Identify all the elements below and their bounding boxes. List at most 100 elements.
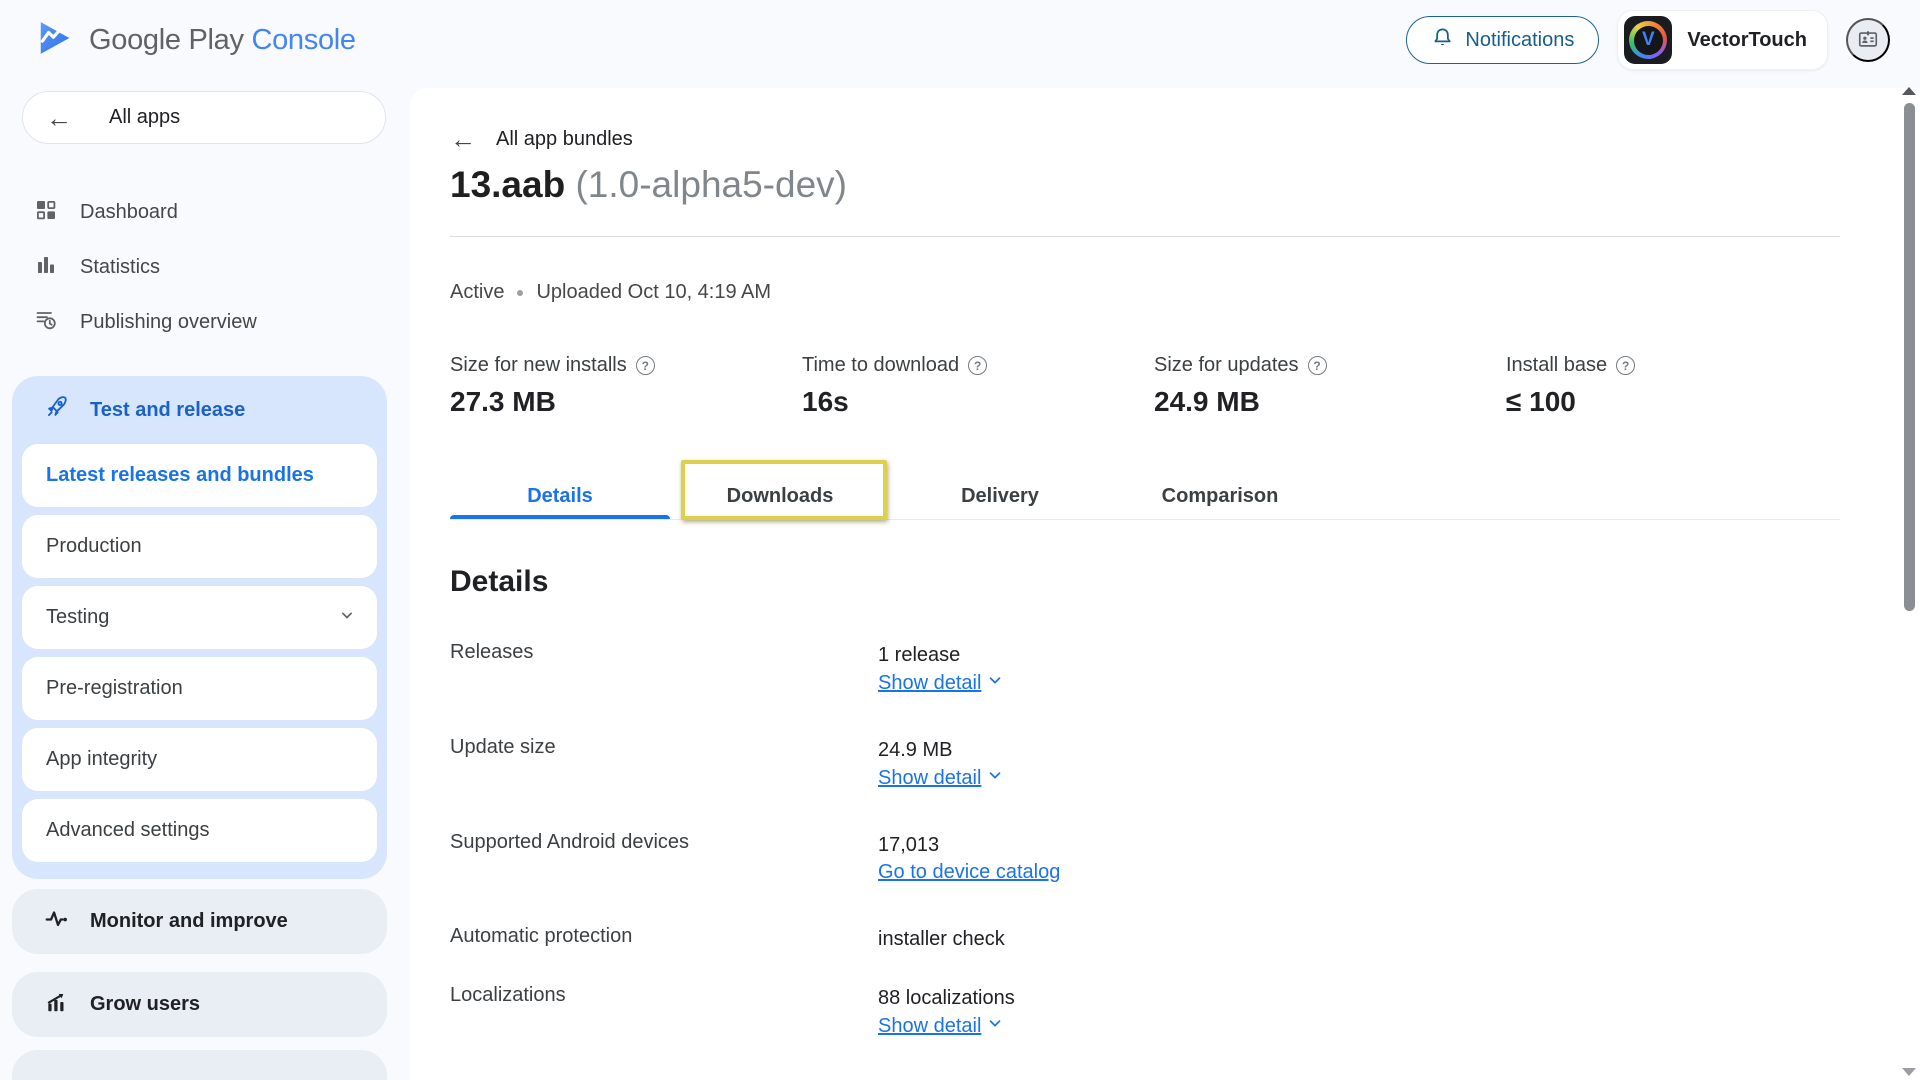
vertical-scrollbar[interactable] (1898, 85, 1920, 1080)
google-play-console-logo[interactable]: Google Play Console (36, 17, 356, 64)
status-badge: Active (450, 281, 504, 304)
detail-row-automatic-protection: Automatic protection installer check (450, 925, 1920, 953)
page-title: 13.aab (1.0-alpha5-dev) (450, 164, 1920, 206)
statistics-icon (34, 253, 58, 283)
breadcrumb[interactable]: ← All app bundles (450, 126, 1920, 152)
sidebar-item-label: Test and release (90, 399, 245, 422)
rocket-icon (44, 394, 70, 426)
row-value: 88 localizations (878, 984, 1015, 1012)
sidebar-item-app-integrity[interactable]: App integrity (22, 728, 377, 791)
header-actions: Notifications V VectorTouch (1406, 10, 1890, 70)
back-arrow-icon: ← (450, 126, 476, 152)
sidebar-item-label: Monitor and improve (90, 910, 288, 933)
row-value: 1 release (878, 641, 1004, 669)
uploaded-timestamp: Uploaded Oct 10, 4:19 AM (536, 281, 771, 304)
metric-label: Size for new installs (450, 354, 627, 377)
metric-size-for-updates: Size for updates ? 24.9 MB (1154, 354, 1506, 418)
sidebar-item-latest-releases-and-bundles[interactable]: Latest releases and bundles (22, 444, 377, 507)
sidebar-item-label: Publishing overview (80, 311, 257, 334)
sidebar-item-label: Production (46, 535, 142, 558)
scrollbar-thumb[interactable] (1904, 103, 1915, 611)
sidebar-item-dashboard[interactable]: Dashboard (0, 185, 387, 240)
avatar: V (1624, 16, 1672, 64)
metric-label: Install base (1506, 354, 1607, 377)
row-label: Automatic protection (450, 925, 878, 953)
scroll-up-arrow[interactable] (1902, 87, 1916, 95)
help-icon[interactable]: ? (636, 356, 655, 375)
device-catalog-link[interactable]: Go to device catalog (878, 861, 1060, 884)
chevron-down-icon (986, 1014, 1004, 1038)
sidebar-item-advanced-settings[interactable]: Advanced settings (22, 799, 377, 862)
sidebar-item-label: Dashboard (80, 201, 178, 224)
sidebar-nav: Dashboard Statistics (0, 185, 387, 350)
metric-install-base: Install base ? ≤ 100 (1506, 354, 1858, 418)
help-icon[interactable]: ? (1616, 356, 1635, 375)
sidebar-item-monitor-and-improve[interactable]: Monitor and improve (12, 889, 387, 954)
account-chip[interactable]: V VectorTouch (1617, 10, 1828, 70)
row-label: Localizations (450, 984, 878, 1038)
bell-icon (1431, 26, 1454, 55)
tabs-divider (450, 519, 1840, 520)
show-detail-link[interactable]: Show detail (878, 766, 1004, 790)
row-label: Update size (450, 736, 878, 790)
details-section-title: Details (450, 565, 1920, 599)
detail-row-localizations: Localizations 88 localizations Show deta… (450, 984, 1920, 1038)
developer-account-button[interactable] (1846, 18, 1890, 62)
sidebar-item-label: Testing (46, 606, 109, 629)
metric-label: Time to download (802, 354, 959, 377)
all-apps-label: All apps (109, 106, 180, 129)
tab-downloads[interactable]: Downloads (670, 473, 890, 519)
sidebar: ← All apps Dashboard (0, 80, 387, 1080)
chevron-down-icon (337, 605, 357, 631)
notifications-label: Notifications (1465, 29, 1574, 52)
sidebar-item-publishing-overview[interactable]: Publishing overview (0, 295, 387, 350)
row-label: Supported Android devices (450, 831, 878, 884)
tab-details[interactable]: Details (450, 473, 670, 519)
logo-text: Google Play Console (89, 24, 356, 57)
metric-label: Size for updates (1154, 354, 1299, 377)
help-icon[interactable]: ? (968, 356, 987, 375)
chevron-down-icon (986, 671, 1004, 695)
sidebar-item-label: Statistics (80, 256, 160, 279)
sidebar-item-pre-registration[interactable]: Pre-registration (22, 657, 377, 720)
row-value: installer check (878, 925, 1005, 953)
help-icon[interactable]: ? (1308, 356, 1327, 375)
detail-row-releases: Releases 1 release Show detail (450, 641, 1920, 695)
breadcrumb-label: All app bundles (496, 128, 633, 151)
row-label: Releases (450, 641, 878, 695)
sidebar-item-label: Advanced settings (46, 819, 209, 842)
sidebar-item-label: Grow users (90, 993, 200, 1016)
notifications-button[interactable]: Notifications (1406, 16, 1599, 64)
grow-chart-icon (44, 989, 70, 1021)
details-table: Releases 1 release Show detail Update si… (450, 641, 1920, 1038)
play-console-icon (36, 17, 74, 64)
sidebar-item-production[interactable]: Production (22, 515, 377, 578)
metric-size-new-installs: Size for new installs ? 27.3 MB (450, 354, 802, 418)
metric-value: ≤ 100 (1506, 386, 1858, 418)
sidebar-item-test-and-release[interactable]: Test and release (12, 376, 387, 444)
tab-comparison[interactable]: Comparison (1110, 473, 1330, 519)
sidebar-item-testing[interactable]: Testing (22, 586, 377, 649)
detail-row-update-size: Update size 24.9 MB Show detail (450, 736, 1920, 790)
dot-separator (517, 290, 523, 296)
title-divider (450, 236, 1840, 237)
row-value: 17,013 (878, 831, 1060, 859)
metrics-row: Size for new installs ? 27.3 MB Time to … (450, 354, 1920, 418)
back-arrow-icon: ← (46, 105, 72, 131)
sidebar-section-partial[interactable] (12, 1050, 387, 1080)
account-name: VectorTouch (1687, 29, 1807, 52)
show-detail-link[interactable]: Show detail (878, 671, 1004, 695)
tab-delivery[interactable]: Delivery (890, 473, 1110, 519)
metric-time-to-download: Time to download ? 16s (802, 354, 1154, 418)
sidebar-item-label: App integrity (46, 748, 157, 771)
sidebar-item-statistics[interactable]: Statistics (0, 240, 387, 295)
detail-row-supported-devices: Supported Android devices 17,013 Go to d… (450, 831, 1920, 884)
show-detail-link[interactable]: Show detail (878, 1014, 1015, 1038)
scroll-down-arrow[interactable] (1902, 1068, 1916, 1076)
metric-value: 24.9 MB (1154, 386, 1506, 418)
row-value: 24.9 MB (878, 736, 1004, 764)
sidebar-item-grow-users[interactable]: Grow users (12, 972, 387, 1037)
main-panel: ← All app bundles 13.aab (1.0-alpha5-dev… (410, 88, 1920, 1080)
all-apps-button[interactable]: ← All apps (22, 91, 386, 144)
tabs-bar: Details Downloads Delivery Comparison (450, 473, 1840, 520)
